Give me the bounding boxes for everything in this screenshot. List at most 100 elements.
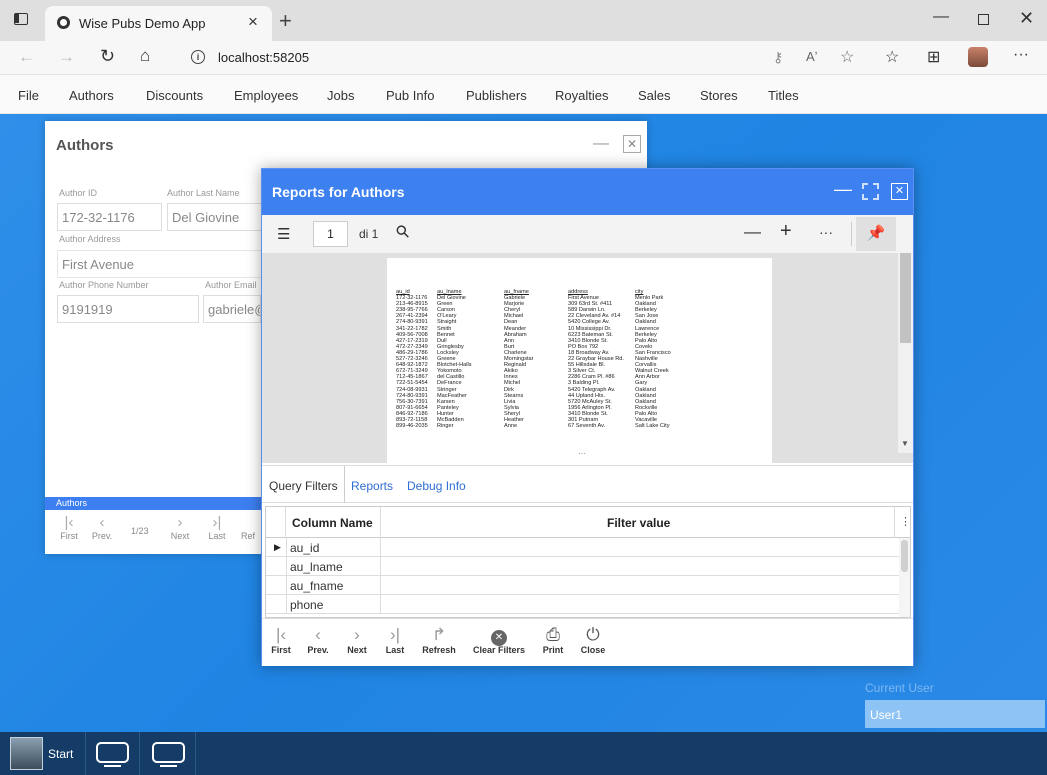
- report-last-button[interactable]: ›| Last: [381, 625, 409, 655]
- grid-scrollbar[interactable]: [899, 538, 910, 617]
- menu-authors[interactable]: Authors: [69, 88, 114, 103]
- column-name-header[interactable]: Column Name: [292, 516, 373, 530]
- menu-jobs[interactable]: Jobs: [327, 88, 354, 103]
- author-id-label: Author ID: [59, 188, 98, 198]
- last-icon: ›|: [212, 514, 222, 531]
- report-next-button[interactable]: › Next: [342, 625, 372, 655]
- close-report-icon[interactable]: ✕: [891, 183, 908, 200]
- find-search-icon[interactable]: ⚲: [392, 221, 415, 244]
- collections-icon[interactable]: ⊞: [927, 47, 940, 67]
- new-tab-icon[interactable]: +: [279, 8, 292, 34]
- menu-discounts[interactable]: Discounts: [146, 88, 203, 103]
- pdf-viewer-area[interactable]: au_id 172-32-1176 213-46-8915 238-95-7766 26…: [262, 253, 913, 463]
- tab-reports[interactable]: Reports: [351, 479, 393, 493]
- favorites-icon[interactable]: ☆: [885, 47, 899, 67]
- author-address-field[interactable]: First Avenue: [57, 250, 262, 278]
- print-button[interactable]: ⎙ Print: [538, 625, 568, 655]
- menu-employees[interactable]: Employees: [234, 88, 298, 103]
- taskbar-window-button[interactable]: [141, 732, 196, 775]
- table-row[interactable]: au_fname: [266, 576, 899, 595]
- power-icon: ⏻: [586, 625, 600, 644]
- clear-filters-button[interactable]: ✕ Clear Filters: [469, 625, 529, 655]
- start-logo-icon: [10, 737, 43, 770]
- key-icon[interactable]: ⚷: [773, 49, 783, 66]
- close-tab-icon[interactable]: ×: [248, 12, 258, 32]
- table-of-contents-icon[interactable]: ☰: [277, 225, 290, 243]
- current-user-field: User1: [865, 700, 1045, 728]
- report-first-button[interactable]: |‹ First: [267, 625, 295, 655]
- maximize-report-icon[interactable]: [862, 183, 879, 200]
- favorite-star-icon[interactable]: ☆: [840, 47, 854, 67]
- report-refresh-button[interactable]: ↱ Refresh: [417, 625, 461, 655]
- close-browser-icon[interactable]: ✕: [1019, 8, 1034, 29]
- reload-icon[interactable]: ↻: [100, 46, 115, 67]
- table-row[interactable]: ▶ au_id: [266, 538, 899, 557]
- report-cell: 341-22-1782: [396, 325, 428, 332]
- profile-avatar[interactable]: [968, 47, 988, 67]
- menu-titles[interactable]: Titles: [768, 88, 799, 103]
- tab-title: Wise Pubs Demo App: [79, 16, 206, 31]
- page-number-input[interactable]: 1: [313, 221, 348, 247]
- author-id-field[interactable]: 172-32-1176: [57, 203, 162, 231]
- site-info-icon[interactable]: i: [191, 50, 205, 64]
- resize-grip-icon[interactable]: ⋯: [578, 449, 587, 458]
- menu-stores[interactable]: Stores: [700, 88, 738, 103]
- menu-pub-info[interactable]: Pub Info: [386, 88, 434, 103]
- grid-options-icon[interactable]: ⋮: [900, 515, 911, 528]
- menu-royalties[interactable]: Royalties: [555, 88, 608, 103]
- table-row[interactable]: au_lname: [266, 557, 899, 576]
- row-column-name: au_fname: [290, 579, 344, 593]
- url-field[interactable]: localhost:58205: [218, 50, 309, 65]
- close-window-icon[interactable]: ✕: [623, 135, 641, 153]
- pin-toolbar-icon[interactable]: 📌: [856, 217, 896, 251]
- menu-sales[interactable]: Sales: [638, 88, 671, 103]
- report-column-address: address First Avenue 309 63rd St. #411 589 …: [568, 289, 624, 429]
- start-button[interactable]: Start: [0, 732, 86, 775]
- report-column-city: city Menlo Park Oakland Berkeley San Jose Oak…: [635, 289, 671, 429]
- window-icon: [152, 742, 185, 763]
- home-icon[interactable]: ⌂: [140, 46, 150, 66]
- authors-prev-button[interactable]: ‹ Prev.: [87, 514, 117, 541]
- tab-debug-info[interactable]: Debug Info: [407, 479, 466, 493]
- last-icon: ›|: [389, 625, 401, 644]
- minimize-window-icon[interactable]: —: [593, 135, 609, 153]
- close-report-button[interactable]: ⏻ Close: [576, 625, 610, 655]
- pdf-more-options-icon[interactable]: ···: [819, 224, 833, 240]
- zoom-out-icon[interactable]: —: [744, 222, 761, 242]
- reports-window-header: Reports for Authors — ✕: [262, 169, 913, 215]
- report-cell: 274-80-9391: [396, 319, 428, 326]
- tab-query-filters[interactable]: Query Filters: [262, 466, 345, 503]
- author-email-field[interactable]: gabriele@: [203, 295, 261, 323]
- taskbar-window-button[interactable]: [87, 732, 140, 775]
- report-prev-button[interactable]: ‹ Prev.: [303, 625, 333, 655]
- start-label: Start: [48, 747, 74, 761]
- read-aloud-icon[interactable]: A͏ʼ: [806, 49, 818, 64]
- report-tabs: Query Filters Reports Debug Info: [262, 465, 913, 503]
- maximize-browser-icon[interactable]: [978, 14, 989, 25]
- pdf-scrollbar[interactable]: ▼: [898, 253, 913, 453]
- pdf-toolbar: ☰ 1 di 1 ⚲ — + ··· 📌: [262, 215, 913, 253]
- report-cell: 427-17-2319: [396, 337, 428, 344]
- authors-next-button[interactable]: › Next: [165, 514, 195, 541]
- browser-tab[interactable]: Wise Pubs Demo App ×: [45, 6, 272, 41]
- printer-icon: ⎙: [546, 625, 560, 644]
- back-icon[interactable]: ←: [18, 47, 35, 67]
- minimize-report-icon[interactable]: —: [834, 179, 852, 200]
- menu-file[interactable]: File: [18, 88, 39, 103]
- authors-first-button[interactable]: |‹ First: [54, 514, 84, 541]
- authors-refresh-button[interactable]: Ref: [241, 514, 261, 541]
- zoom-in-icon[interactable]: +: [780, 220, 792, 243]
- author-phone-field[interactable]: 9191919: [57, 295, 199, 323]
- filter-value-header[interactable]: Filter value: [607, 516, 670, 530]
- table-row[interactable]: phone: [266, 595, 899, 614]
- menu-publishers[interactable]: Publishers: [466, 88, 527, 103]
- forward-icon[interactable]: →: [58, 47, 75, 67]
- prev-icon: ‹: [315, 625, 321, 644]
- minimize-browser-icon[interactable]: —: [933, 8, 949, 26]
- author-last-name-field[interactable]: Del Giovine: [167, 203, 267, 231]
- tab-actions-icon[interactable]: [14, 13, 28, 25]
- authors-last-button[interactable]: ›| Last: [202, 514, 232, 541]
- report-navigation-bar: |‹ First ‹ Prev. › Next ›| Last ↱ Refresh ✕ Cl…: [262, 618, 913, 666]
- more-icon[interactable]: ···: [1013, 46, 1029, 64]
- next-icon: ›: [354, 625, 360, 644]
